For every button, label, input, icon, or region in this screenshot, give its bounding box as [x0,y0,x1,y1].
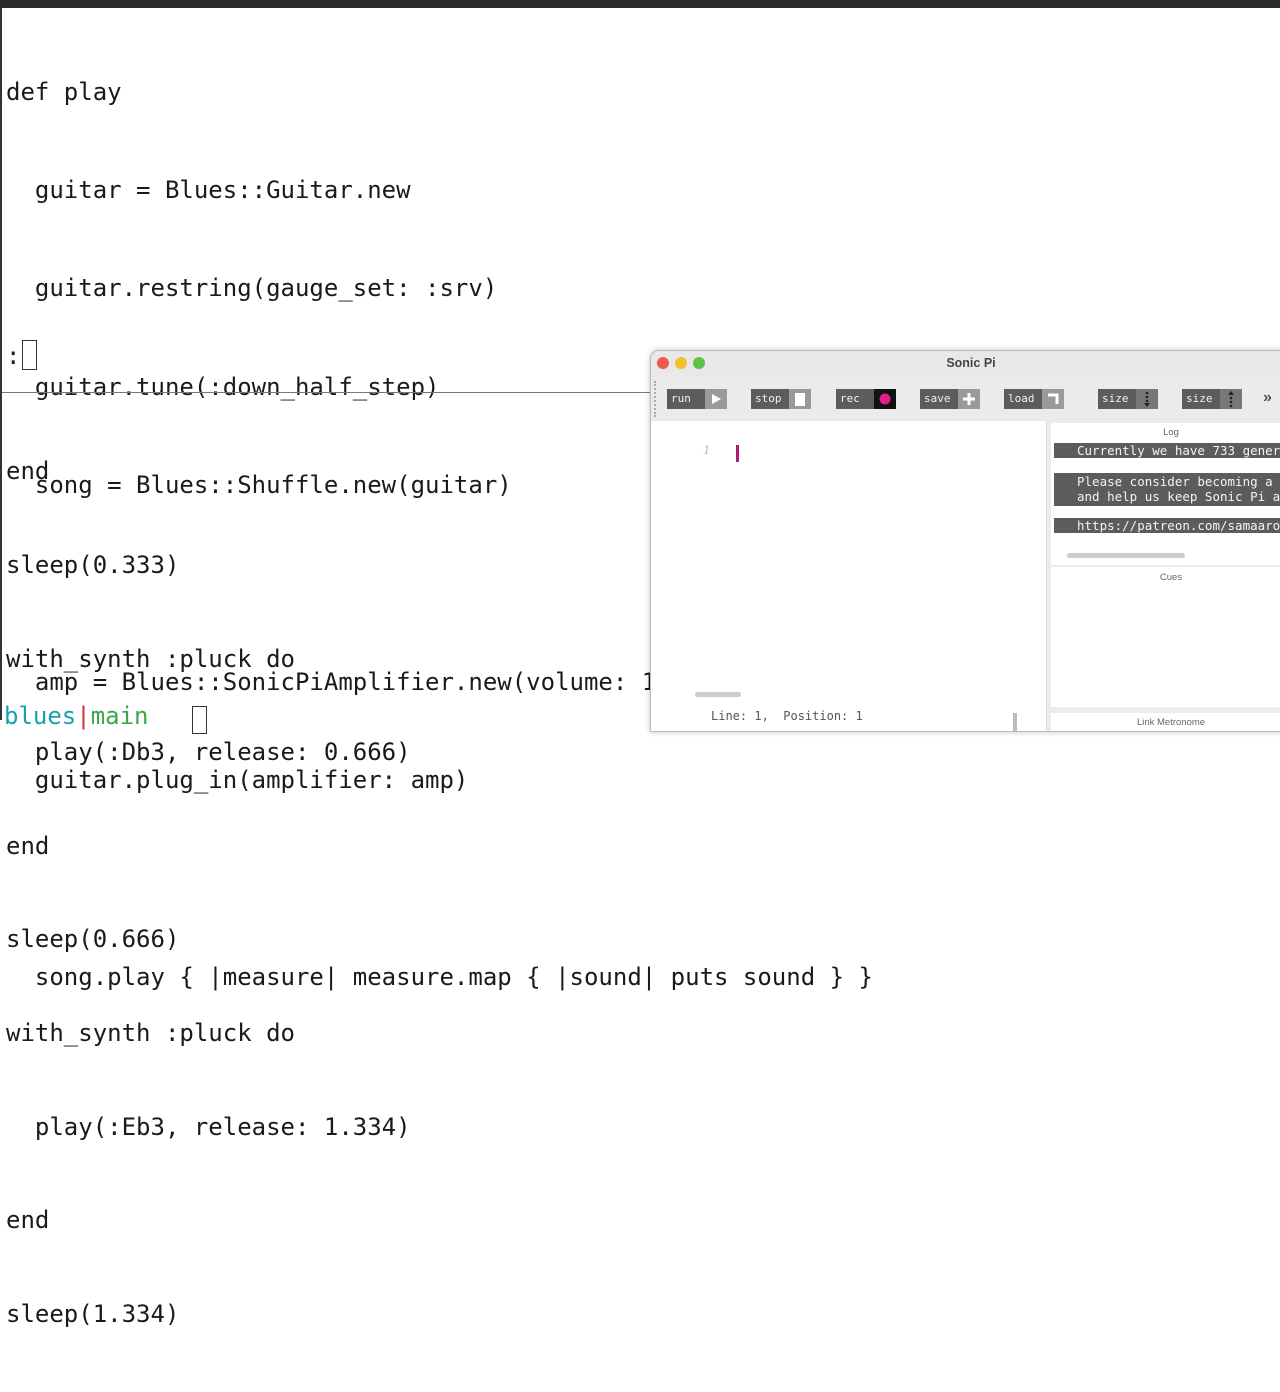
line-number: 1 [703,443,710,458]
code-line: guitar = Blues::Guitar.new [6,175,411,204]
branch-name: main [90,702,149,730]
repo-name: blues [4,702,77,730]
log-line: and help us keep Sonic Pi a [1054,489,1280,506]
code-line: sleep(1.334) [6,1299,180,1328]
toolbar: run stop rec save load size size » [651,377,1280,421]
log-line: Currently we have 733 gener [1054,443,1280,458]
code-line: end [6,1206,50,1235]
rec-button[interactable]: rec [836,389,896,409]
rec-label: rec [836,389,874,409]
editor-scroll-marker[interactable] [1013,713,1017,731]
log-horizontal-scrollbar[interactable] [1067,553,1185,558]
window-title-bar[interactable]: Sonic Pi [651,351,1280,377]
status-separator: | [76,702,91,730]
size-up-label: size [1182,389,1220,409]
size-down-label: size [1098,389,1136,409]
log-title: Log [1163,427,1179,438]
status-line: blues|main [4,700,207,734]
close-button[interactable] [657,357,669,369]
log-line: https://patreon.com/samaaro [1054,518,1280,533]
save-button[interactable]: save [920,389,980,409]
load-label: load [1004,389,1042,409]
record-icon [874,389,896,409]
code-line: def play [6,77,122,106]
stop-icon [789,389,811,409]
size-down-button[interactable]: size [1098,389,1158,409]
editor-caret [736,445,739,462]
command-line[interactable]: : [6,340,38,372]
stop-label: stop [751,389,789,409]
code-editor[interactable]: 1 Line: 1, Position: 1 [651,421,1047,731]
metronome-title: Link Metronome [1136,717,1206,728]
window-top-bar [0,0,1280,8]
text-cursor [22,340,38,370]
log-line: Please consider becoming a [1054,473,1280,489]
code-line: end [6,457,50,486]
toolbar-grip[interactable] [654,381,658,417]
zoom-button[interactable] [693,357,705,369]
code-line: sleep(0.333) [6,551,180,579]
code-line: play(:Eb3, release: 1.334) [6,1112,411,1141]
command-prompt: : [6,342,21,370]
sonic-pi-window[interactable]: Sonic Pi run stop rec save load size siz… [650,350,1280,732]
plus-icon [958,389,980,409]
size-up-button[interactable]: size [1182,389,1242,409]
size-up-icon [1220,389,1242,409]
log-panel: Log Currently we have 733 gener Please c… [1051,423,1280,565]
minimize-button[interactable] [675,357,687,369]
cues-panel: Cues [1051,567,1280,707]
load-button[interactable]: load [1004,389,1064,409]
editor-pane-top[interactable]: def play guitar = Blues::Guitar.new guit… [2,8,1280,992]
play-icon [705,389,727,409]
window-title: Sonic Pi [946,356,996,370]
editor-horizontal-scrollbar[interactable] [695,692,741,697]
save-label: save [920,389,958,409]
cues-title: Cues [1159,572,1183,583]
run-label: run [667,389,705,409]
code-block-bottom: end sleep(0.333) with_synth :pluck do pl… [6,394,411,1392]
stop-button[interactable]: stop [751,389,811,409]
code-line: end [6,831,50,860]
status-cursor [192,706,207,734]
more-chevron-icon[interactable]: » [1263,389,1272,407]
load-icon [1042,389,1064,409]
link-metronome-panel: Link Metronome [1051,713,1280,731]
run-button[interactable]: run [667,389,727,409]
code-line: play(:Db3, release: 0.666) [6,738,411,767]
code-line: with_synth :pluck do [6,644,295,673]
code-line: with_synth :pluck do [6,1018,295,1047]
cursor-position-status: Line: 1, Position: 1 [711,709,863,723]
size-down-icon [1136,389,1158,409]
code-line: sleep(0.666) [6,925,180,954]
code-line: guitar.restring(gauge_set: :srv) [6,274,498,303]
